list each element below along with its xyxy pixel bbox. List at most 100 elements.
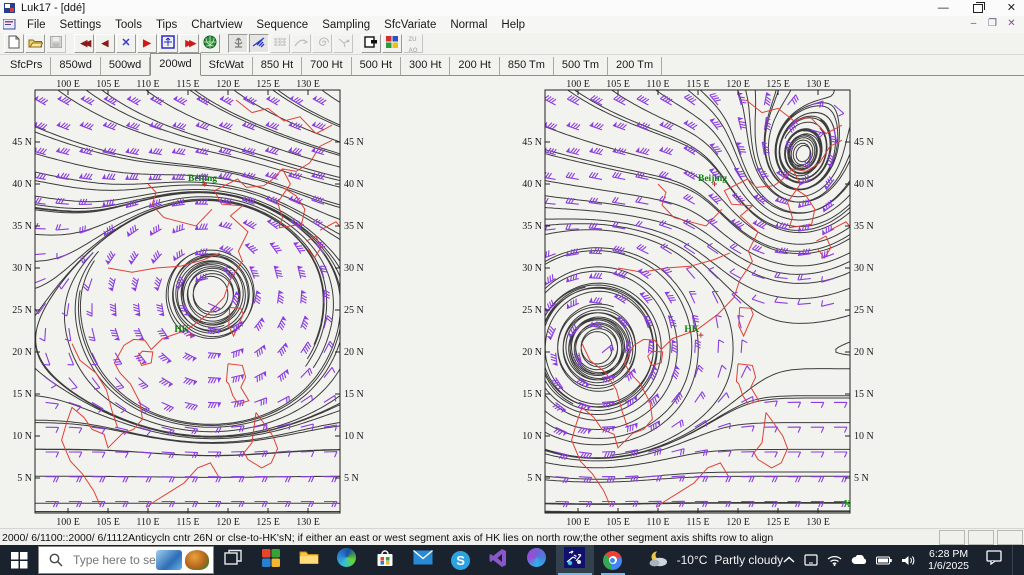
taskbar-app-app-circle[interactable]	[518, 545, 556, 575]
tab-700ht[interactable]: 700 Ht	[302, 57, 352, 75]
taskbar-app-task-view[interactable]	[214, 545, 252, 575]
battery-icon[interactable]	[876, 555, 892, 565]
mdi-close-button[interactable]: ✕	[1005, 17, 1018, 30]
weather-chart-right: 100 E 100 E 105 E 105 E 110 E 110 E 115 E 115 E…	[512, 79, 884, 530]
tab-850tm[interactable]: 850 Tm	[500, 57, 554, 75]
step-back-button[interactable]: ◀	[95, 34, 115, 53]
svg-text:130 E: 130 E	[296, 517, 320, 528]
wind-pen-icon	[252, 36, 266, 51]
tab-850ht[interactable]: 850 Ht	[253, 57, 303, 75]
menu-tips[interactable]: Tips	[149, 18, 184, 32]
mdi-restore-button[interactable]: ❐	[986, 17, 999, 30]
delete-x-button[interactable]: ✕	[116, 34, 136, 53]
mail-icon	[412, 549, 433, 570]
restore-button[interactable]	[972, 1, 985, 13]
tablet-icon[interactable]	[804, 554, 818, 566]
close-button[interactable]: ✕	[1007, 0, 1016, 16]
action-center-icon[interactable]	[986, 550, 1003, 570]
menu-normal[interactable]: Normal	[443, 18, 494, 32]
svg-text:115 E: 115 E	[176, 517, 199, 528]
svg-text:115 E: 115 E	[686, 80, 709, 90]
globe-button[interactable]	[200, 34, 220, 53]
visual-studio-icon	[489, 548, 509, 573]
tab-sfcwat[interactable]: SfcWat	[201, 57, 253, 75]
start-button[interactable]	[0, 545, 38, 575]
svg-text:10 N: 10 N	[344, 431, 364, 442]
file-explorer-icon	[299, 550, 319, 571]
taskbar-app-luk17[interactable]	[555, 545, 594, 575]
wind-pen-button[interactable]	[249, 34, 269, 53]
svg-text:45 N: 45 N	[12, 137, 32, 148]
status-panels	[939, 530, 1024, 545]
window-layout-button[interactable]	[361, 34, 381, 53]
taskbar-app-skype[interactable]: S	[442, 545, 480, 575]
svg-text:30 N: 30 N	[12, 263, 32, 274]
svg-text:35 N: 35 N	[522, 221, 542, 232]
cloud-icon[interactable]	[851, 555, 867, 565]
taskbar-app-chrome[interactable]	[594, 545, 632, 575]
menu-file[interactable]: File	[20, 18, 53, 32]
menu-tools[interactable]: Tools	[108, 18, 149, 32]
chevron-up-icon[interactable]	[783, 556, 795, 564]
tab-200tm[interactable]: 200 Tm	[608, 57, 663, 75]
taskbar-app-file-explorer[interactable]	[290, 545, 328, 575]
svg-text:125 E: 125 E	[256, 517, 280, 528]
palette-button[interactable]	[382, 34, 402, 53]
taskbar-app-office[interactable]	[252, 545, 290, 575]
tab-850wd[interactable]: 850wd	[51, 57, 101, 75]
svg-text:120 E: 120 E	[726, 80, 750, 90]
menu-sequence[interactable]: Sequence	[249, 18, 315, 32]
menu-sfcvariate[interactable]: SfcVariate	[377, 18, 443, 32]
taskbar-app-edge[interactable]	[328, 545, 366, 575]
tab-200ht[interactable]: 200 Ht	[450, 57, 500, 75]
menu-chartview[interactable]: Chartview	[184, 18, 249, 32]
step-back-icon: ◀	[101, 38, 109, 48]
fast-forward-button[interactable]: ▶▶	[179, 34, 199, 53]
search-box[interactable]	[38, 546, 214, 574]
svg-text:Beijing: Beijing	[188, 174, 217, 184]
menu-settings[interactable]: Settings	[53, 18, 109, 32]
svg-text:125 E: 125 E	[766, 80, 790, 90]
taskbar-app-visual-studio[interactable]	[480, 545, 518, 575]
luk17-window: Luk17 - [ddé] — ✕ File Settings Tools Tips C…	[0, 0, 1024, 546]
open-folder-button[interactable]	[25, 34, 45, 53]
search-image-basket	[184, 550, 209, 570]
new-document-button[interactable]	[4, 34, 24, 53]
title-bar: Luk17 - [ddé] — ✕	[0, 0, 1024, 16]
status-bar: 2000/ 6/1100::2000/ 6/1112Anticycln cntr…	[0, 528, 1024, 546]
play-button[interactable]: ▶	[137, 34, 157, 53]
tab-sfcprs[interactable]: SfcPrs	[2, 57, 52, 75]
clock[interactable]: 6:28 PM 1/6/2025	[928, 548, 969, 572]
tab-200wd[interactable]: 200wd	[150, 53, 201, 76]
tab-500ht[interactable]: 500 Ht	[352, 57, 401, 75]
weather-widget[interactable]: -10°C Partly cloudy	[648, 550, 783, 571]
menu-help[interactable]: Help	[494, 18, 532, 32]
window-title: Luk17 - [ddé]	[21, 2, 86, 14]
tab-300ht[interactable]: 300 Ht	[401, 57, 451, 75]
speaker-icon[interactable]	[901, 555, 915, 566]
screen: Luk17 - [ddé] — ✕ File Settings Tools Tips C…	[0, 0, 1024, 575]
anchor-up-button[interactable]	[228, 34, 248, 53]
menu-sampling[interactable]: Sampling	[315, 18, 377, 32]
tab-500tm[interactable]: 500 Tm	[554, 57, 609, 75]
show-desktop-button[interactable]	[1012, 545, 1018, 575]
skip-back-button[interactable]: ◀◀	[74, 34, 94, 53]
svg-text:10 N: 10 N	[12, 431, 32, 442]
status-text: 2000/ 6/1100::2000/ 6/1112Anticycln cntr…	[2, 531, 774, 544]
svg-text:100 E: 100 E	[566, 517, 590, 528]
minimize-button[interactable]: —	[938, 0, 949, 16]
svg-text:10 N: 10 N	[522, 431, 542, 442]
fit-frame-button[interactable]	[158, 34, 178, 53]
svg-text:15 N: 15 N	[344, 389, 364, 400]
mdi-minimize-button[interactable]: –	[967, 17, 980, 30]
wifi-icon[interactable]	[827, 555, 842, 566]
svg-text:110 E: 110 E	[136, 517, 159, 528]
office-icon	[261, 548, 281, 573]
taskbar-app-store[interactable]	[366, 545, 404, 575]
system-tray: 6:28 PM 1/6/2025	[783, 545, 1024, 575]
svg-text:25 N: 25 N	[12, 305, 32, 316]
clock-date: 1/6/2025	[928, 560, 969, 572]
svg-text:30 N: 30 N	[344, 263, 364, 274]
taskbar-app-mail[interactable]	[404, 545, 442, 575]
tab-500wd[interactable]: 500wd	[101, 57, 151, 75]
